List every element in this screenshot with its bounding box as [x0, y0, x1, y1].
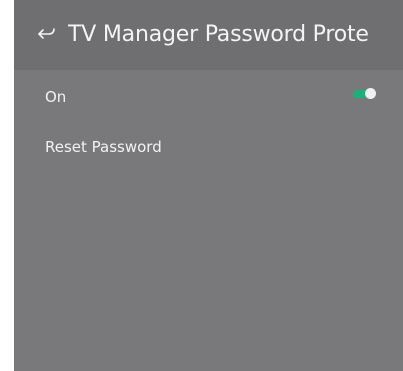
reset-password-row[interactable]: Reset Password	[14, 125, 403, 169]
on-setting-row[interactable]: On	[14, 75, 403, 119]
reset-password-label: Reset Password	[45, 138, 162, 156]
back-arrow-icon[interactable]	[37, 24, 57, 44]
page-title: TV Manager Password Prote	[68, 22, 369, 47]
on-toggle[interactable]	[352, 87, 376, 99]
password-protection-panel: TV Manager Password Prote On Reset Passw…	[14, 0, 403, 371]
on-label: On	[45, 88, 67, 106]
toggle-knob	[365, 88, 376, 99]
header: TV Manager Password Prote	[14, 0, 403, 70]
